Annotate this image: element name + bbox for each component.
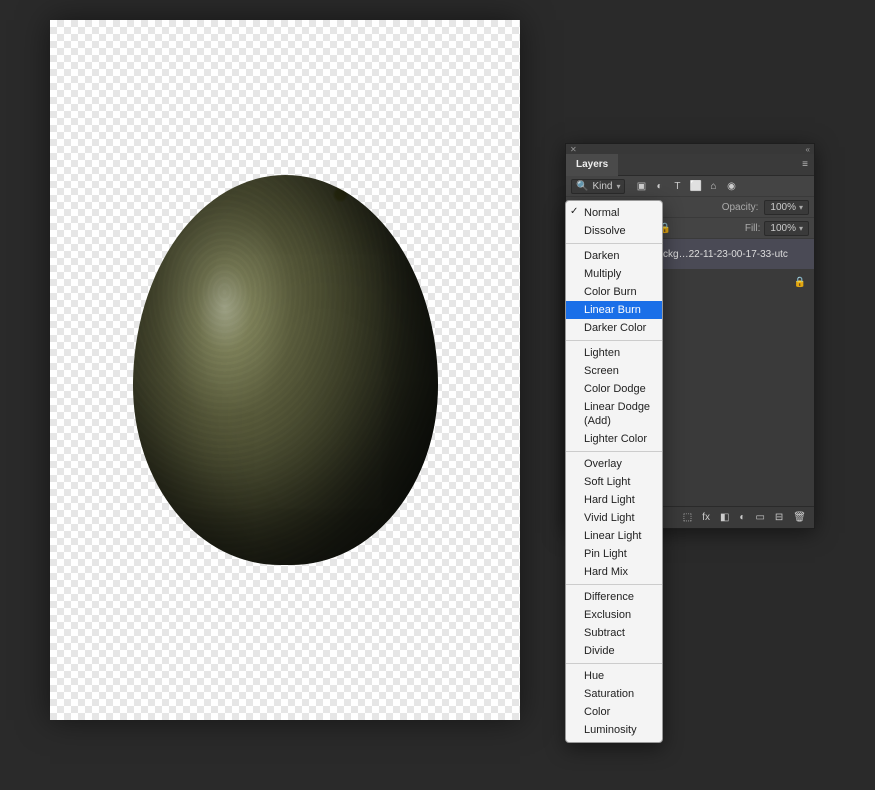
fill-value: 100% (770, 223, 796, 234)
fill-label: Fill: (745, 223, 761, 234)
artwork-egg (133, 175, 438, 565)
layer-filter-row: 🔍 Kind ▾ ▣ ◐ T ⬜ ⌂ ◉ (566, 176, 814, 197)
filter-smart-icon[interactable]: ⌂ (707, 181, 719, 192)
menu-separator (566, 584, 662, 585)
chevron-down-icon: ▾ (616, 182, 620, 191)
blend-mode-darken[interactable]: Darken (566, 247, 662, 265)
adjustment-icon[interactable]: ◐ (739, 512, 745, 523)
document-canvas[interactable] (50, 20, 520, 720)
blend-mode-normal[interactable]: Normal (566, 204, 662, 222)
blend-mode-exclusion[interactable]: Exclusion (566, 606, 662, 624)
panel-tabs: Layers ≡ (566, 154, 814, 176)
kind-label: Kind (592, 181, 612, 192)
blend-mode-luminosity[interactable]: Luminosity (566, 721, 662, 739)
group-icon[interactable]: ▭ (755, 512, 764, 523)
filter-image-icon[interactable]: ▣ (635, 181, 647, 192)
new-layer-icon[interactable]: ⊟ (775, 512, 783, 523)
link-layers-icon[interactable]: ⬚ (683, 512, 692, 523)
filter-adjust-icon[interactable]: ◐ (653, 181, 665, 192)
blend-mode-hard-mix[interactable]: Hard Mix (566, 563, 662, 581)
blend-mode-hard-light[interactable]: Hard Light (566, 491, 662, 509)
layer-mask-icon[interactable]: ◧ (720, 512, 729, 523)
blend-mode-divide[interactable]: Divide (566, 642, 662, 660)
filter-shape-icon[interactable]: ⬜ (689, 181, 701, 192)
blend-mode-difference[interactable]: Difference (566, 588, 662, 606)
blend-mode-color-burn[interactable]: Color Burn (566, 283, 662, 301)
menu-separator (566, 663, 662, 664)
close-icon[interactable]: ✕ (570, 145, 577, 154)
blend-mode-color-dodge[interactable]: Color Dodge (566, 380, 662, 398)
blend-mode-multiply[interactable]: Multiply (566, 265, 662, 283)
blend-mode-soft-light[interactable]: Soft Light (566, 473, 662, 491)
blend-mode-dissolve[interactable]: Dissolve (566, 222, 662, 240)
kind-filter[interactable]: 🔍 Kind ▾ (571, 179, 625, 194)
menu-separator (566, 340, 662, 341)
opacity-value: 100% (770, 202, 796, 213)
panel-menu-icon[interactable]: ≡ (796, 159, 814, 170)
chevron-down-icon: ▾ (799, 224, 803, 233)
filter-icons: ▣ ◐ T ⬜ ⌂ ◉ (635, 181, 737, 192)
blend-mode-hue[interactable]: Hue (566, 667, 662, 685)
blend-mode-color[interactable]: Color (566, 703, 662, 721)
blend-mode-menu[interactable]: NormalDissolveDarkenMultiplyColor BurnLi… (565, 200, 663, 743)
chevron-down-icon: ▾ (799, 203, 803, 212)
blend-mode-subtract[interactable]: Subtract (566, 624, 662, 642)
blend-mode-linear-light[interactable]: Linear Light (566, 527, 662, 545)
search-icon: 🔍 (576, 181, 588, 192)
panel-grip[interactable]: ✕ « (566, 144, 814, 154)
blend-mode-linear-burn[interactable]: Linear Burn (566, 301, 662, 319)
opacity-field[interactable]: 100% ▾ (764, 200, 809, 215)
blend-mode-screen[interactable]: Screen (566, 362, 662, 380)
layer-fx-icon[interactable]: fx (702, 512, 710, 523)
blend-mode-darker-color[interactable]: Darker Color (566, 319, 662, 337)
blend-mode-vivid-light[interactable]: Vivid Light (566, 509, 662, 527)
filter-type-icon[interactable]: T (671, 181, 683, 192)
filter-artboard-icon[interactable]: ◉ (725, 181, 737, 192)
delete-layer-icon[interactable]: 🗑 (793, 512, 806, 523)
lock-icon: 🔒 (794, 277, 806, 288)
opacity-label: Opacity: (722, 202, 759, 213)
layers-tab[interactable]: Layers (566, 154, 618, 176)
fill-field[interactable]: 100% ▾ (764, 221, 809, 236)
blend-mode-lighten[interactable]: Lighten (566, 344, 662, 362)
blend-mode-overlay[interactable]: Overlay (566, 455, 662, 473)
collapse-icon[interactable]: « (806, 145, 810, 154)
blend-mode-lighter-color[interactable]: Lighter Color (566, 430, 662, 448)
blend-mode-pin-light[interactable]: Pin Light (566, 545, 662, 563)
menu-separator (566, 451, 662, 452)
blend-mode-saturation[interactable]: Saturation (566, 685, 662, 703)
blend-mode-linear-dodge-add-[interactable]: Linear Dodge (Add) (566, 398, 662, 430)
menu-separator (566, 243, 662, 244)
